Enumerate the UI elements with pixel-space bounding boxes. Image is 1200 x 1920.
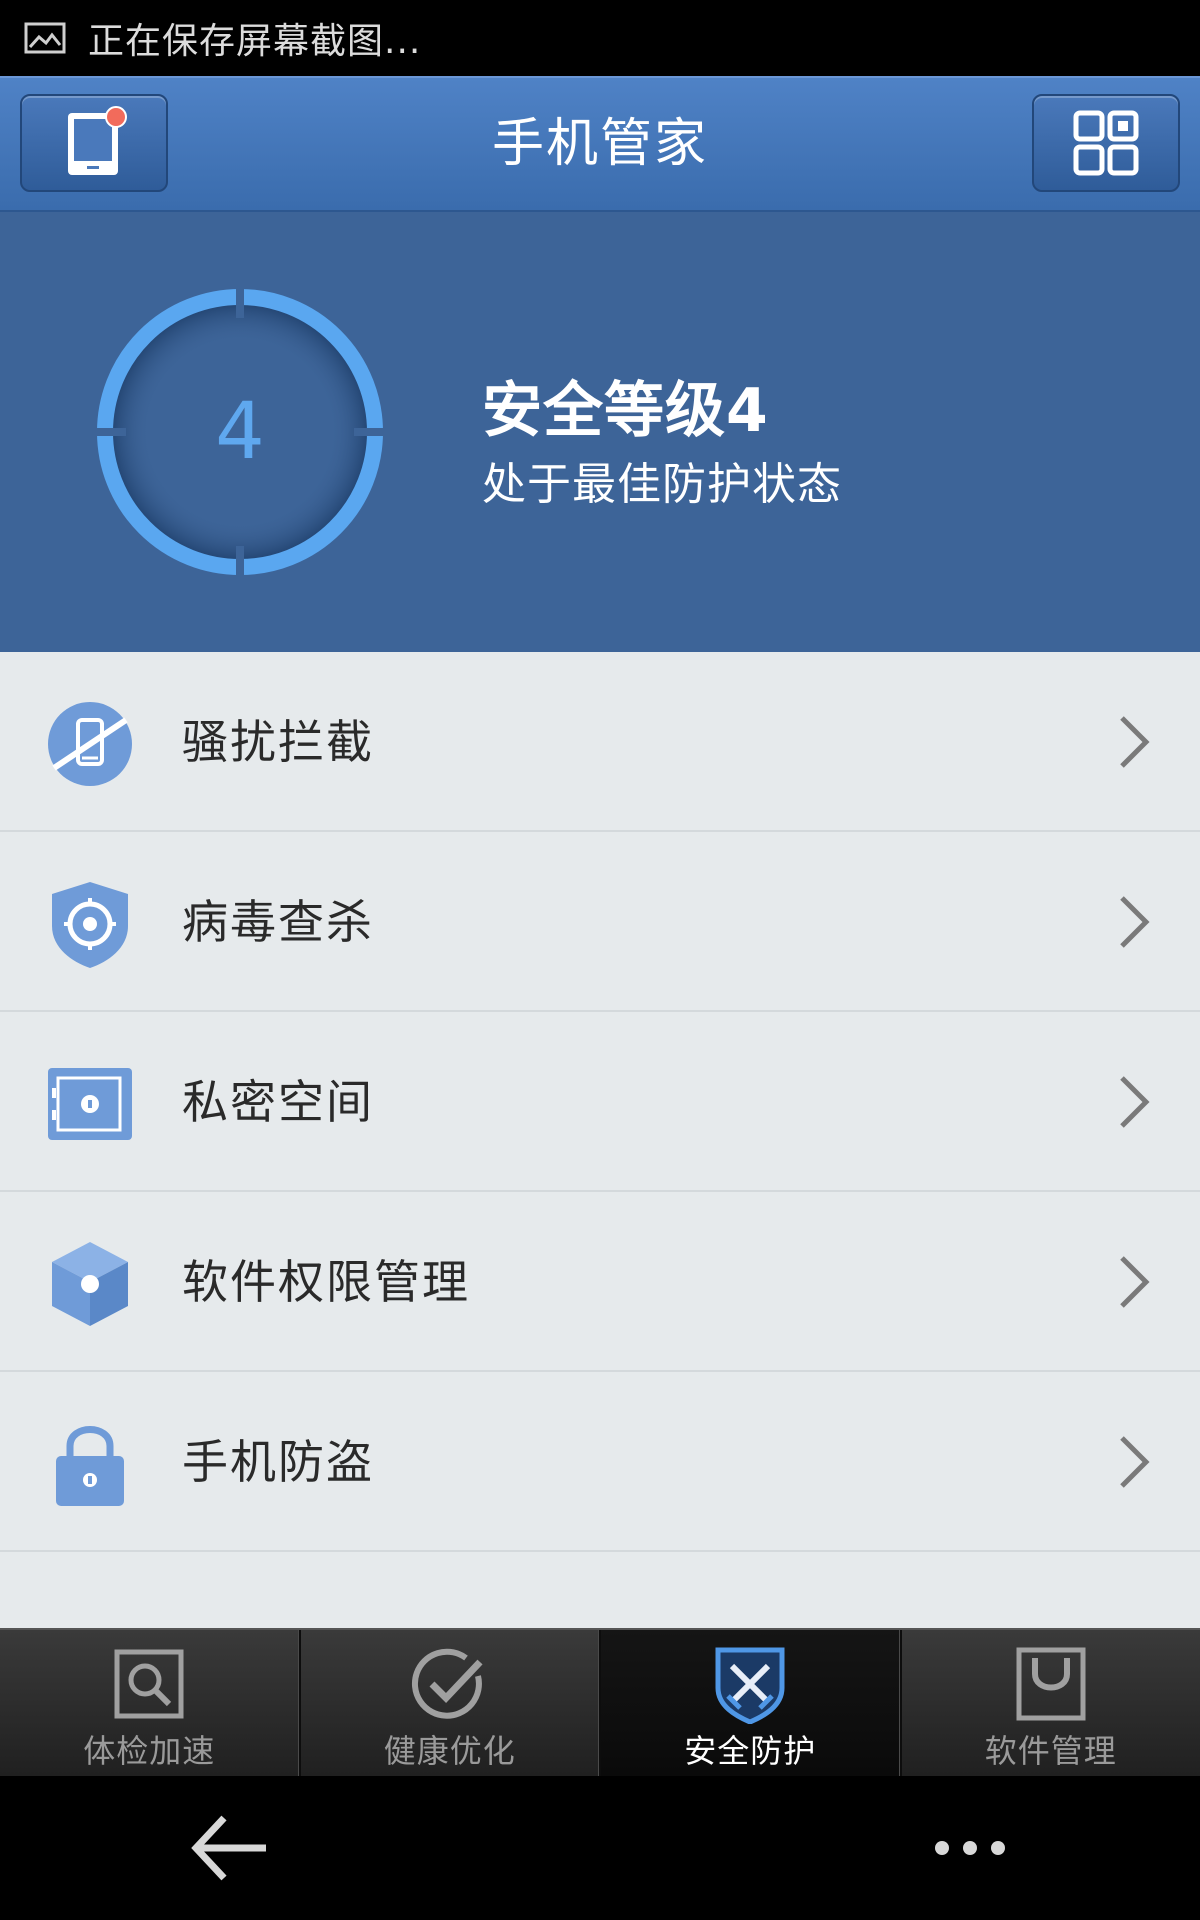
list-item-label: 手机防盗 xyxy=(182,1435,374,1489)
feature-list: 骚扰拦截 病毒查杀 私密空间 软件权限管理 手机防盗 xyxy=(0,652,1200,1628)
security-level-number: 4 xyxy=(215,387,265,477)
tab-security-protection[interactable]: 安全防护 xyxy=(601,1630,902,1776)
cube-icon xyxy=(52,1242,128,1326)
shield-target-icon xyxy=(52,882,128,968)
tab-label: 健康优化 xyxy=(383,1732,516,1770)
tab-health-optimize[interactable]: 健康优化 xyxy=(301,1630,601,1776)
list-item-virus-scan[interactable]: 病毒查杀 xyxy=(0,832,1200,1012)
tab-label: 软件管理 xyxy=(984,1732,1117,1770)
app-title: 手机管家 xyxy=(491,114,708,174)
system-nav-bar xyxy=(0,1776,1200,1920)
menu-grid-button[interactable] xyxy=(1032,94,1180,192)
list-item-label: 软件权限管理 xyxy=(182,1255,470,1309)
list-item-label: 骚扰拦截 xyxy=(182,715,374,769)
chevron-right-icon xyxy=(1120,1436,1150,1488)
grid-menu-icon xyxy=(1073,110,1139,176)
list-item-label: 病毒查杀 xyxy=(182,895,374,949)
security-level-panel[interactable]: 4 安全等级4 处于最佳防护状态 xyxy=(0,212,1200,652)
chevron-right-icon xyxy=(1120,896,1150,948)
list-item-app-permissions[interactable]: 软件权限管理 xyxy=(0,1192,1200,1372)
tab-checkup-boost[interactable]: 体检加速 xyxy=(0,1630,301,1776)
chevron-right-icon xyxy=(1120,716,1150,768)
app-header: 手机管家 xyxy=(0,76,1200,212)
security-level-subtitle: 处于最佳防护状态 xyxy=(482,459,842,510)
bottom-tab-bar: 体检加速 健康优化 安全防护 软件管理 xyxy=(0,1628,1200,1776)
status-text: 正在保存屏幕截图... xyxy=(88,21,422,62)
list-item-harassment-block[interactable]: 骚扰拦截 xyxy=(0,652,1200,832)
list-item-label: 私密空间 xyxy=(182,1075,374,1129)
image-icon xyxy=(24,22,66,54)
security-shield-icon xyxy=(715,1647,785,1724)
chevron-right-icon xyxy=(1120,1076,1150,1128)
tab-software-management[interactable]: 软件管理 xyxy=(902,1630,1200,1776)
back-arrow-icon[interactable] xyxy=(190,1812,270,1884)
more-dots-icon[interactable] xyxy=(930,1828,1010,1868)
shopping-bag-icon xyxy=(1016,1647,1086,1721)
tab-label: 体检加速 xyxy=(83,1732,216,1770)
list-item-private-space[interactable]: 私密空间 xyxy=(0,1012,1200,1192)
checkmark-circle-icon xyxy=(411,1648,483,1719)
padlock-icon xyxy=(56,1426,124,1506)
security-level-title: 安全等级4 xyxy=(482,376,769,446)
tab-label: 安全防护 xyxy=(684,1732,817,1770)
status-bar: 正在保存屏幕截图... xyxy=(0,0,1200,76)
magnifier-icon xyxy=(114,1649,184,1719)
safe-box-icon xyxy=(48,1068,132,1140)
list-item-anti-theft[interactable]: 手机防盗 xyxy=(0,1372,1200,1552)
blocked-phone-icon xyxy=(48,702,132,786)
chevron-right-icon xyxy=(1120,1256,1150,1308)
